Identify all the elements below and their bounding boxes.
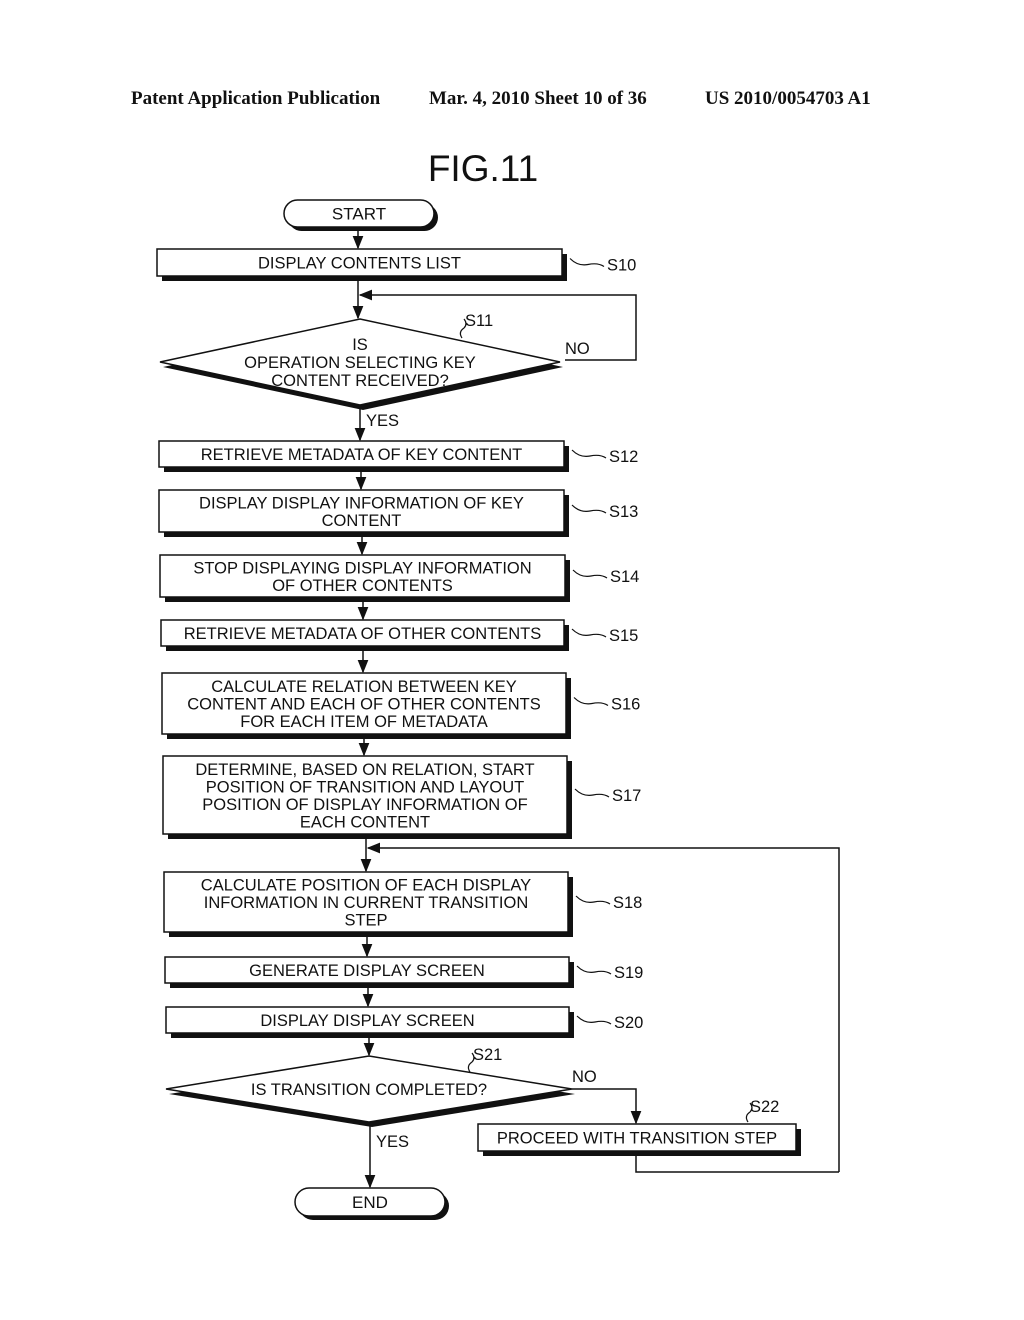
step-text: GENERATE DISPLAY SCREEN (249, 962, 485, 980)
step-text: EACH CONTENT (300, 813, 430, 831)
branch-label-no: NO (565, 340, 590, 358)
leader-line (571, 504, 607, 514)
step-text: CALCULATE RELATION BETWEEN KEY (211, 678, 517, 696)
step-text: RETRIEVE METADATA OF KEY CONTENT (201, 446, 522, 464)
step-label: S22 (750, 1098, 779, 1116)
step-label: S11 (465, 312, 493, 330)
step-text: RETRIEVE METADATA OF OTHER CONTENTS (184, 625, 542, 643)
step-label: S21 (473, 1046, 502, 1064)
branch-label-yes: YES (366, 412, 399, 430)
step-text: FOR EACH ITEM OF METADATA (240, 713, 488, 731)
decision-text: IS TRANSITION COMPLETED? (251, 1081, 487, 1099)
step-text: CALCULATE POSITION OF EACH DISPLAY (201, 877, 531, 895)
step-text: DISPLAY CONTENTS LIST (258, 255, 461, 273)
arrow-s21-no-s22 (572, 1088, 642, 1125)
step-label: S12 (609, 448, 638, 466)
decision-text: OPERATION SELECTING KEY (244, 354, 476, 372)
step-text: CONTENT AND EACH OF OTHER CONTENTS (187, 696, 541, 714)
step-label: S16 (611, 696, 640, 714)
leader-line (571, 449, 607, 459)
step-text: CONTENT (322, 512, 402, 530)
flowchart: START DISPLAY CONTENTS LIST S10 ISOPERATION… (156, 199, 840, 1220)
branch-label-no: NO (572, 1068, 597, 1086)
leader-line (574, 788, 610, 798)
leader-line (572, 569, 608, 579)
leader-line (576, 965, 612, 975)
step-text: STOP DISPLAYING DISPLAY INFORMATION (193, 559, 531, 577)
step-text: POSITION OF TRANSITION AND LAYOUT (206, 778, 524, 796)
step-label: S14 (610, 568, 639, 586)
step-text: POSITION OF DISPLAY INFORMATION OF (202, 796, 527, 814)
step-text: INFORMATION IN CURRENT TRANSITION (204, 894, 529, 912)
step-text: STEP (344, 912, 387, 930)
leader-line (575, 895, 611, 905)
leader-line (576, 1015, 612, 1025)
leader-line (569, 258, 605, 268)
step-label: S17 (612, 787, 641, 805)
step-text: DISPLAY DISPLAY INFORMATION OF KEY (199, 494, 524, 512)
step-label: S18 (613, 894, 642, 912)
step-text: DETERMINE, BASED ON RELATION, START (195, 761, 534, 779)
step-text: DISPLAY DISPLAY SCREEN (260, 1012, 474, 1030)
step-text: PROCEED WITH TRANSITION STEP (497, 1130, 777, 1148)
start-terminal-text: START (332, 205, 386, 224)
leader-line (571, 628, 607, 638)
step-label: S20 (614, 1014, 643, 1032)
end-terminal-text: END (352, 1193, 388, 1212)
step-label: S10 (607, 257, 636, 275)
step-label: S15 (609, 627, 638, 645)
decision-text: CONTENT RECEIVED? (271, 372, 449, 390)
branch-label-yes: YES (376, 1133, 409, 1151)
step-text: OF OTHER CONTENTS (272, 577, 453, 595)
leader-line (573, 697, 609, 707)
decision-text: IS (352, 336, 368, 354)
step-label: S19 (614, 964, 643, 982)
step-label: S13 (609, 503, 638, 521)
